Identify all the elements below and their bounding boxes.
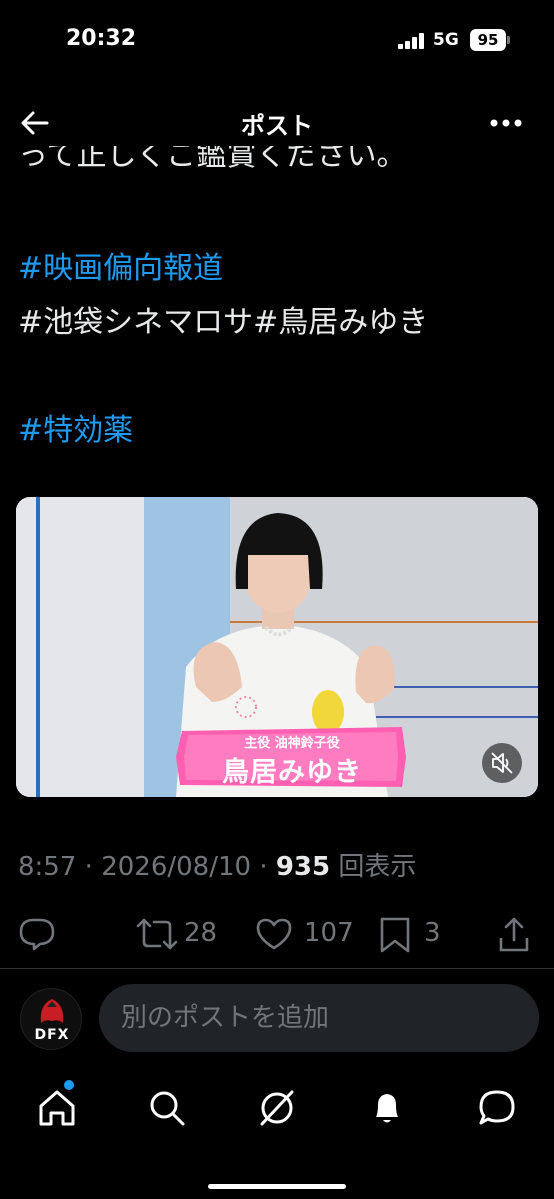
reply-button[interactable]	[18, 914, 58, 954]
bottom-tab-bar	[0, 1075, 554, 1155]
battery-tip	[507, 36, 510, 44]
speaker-muted-icon	[491, 752, 513, 774]
heart-icon	[256, 918, 292, 950]
action-bar: 28 107 3	[0, 914, 554, 954]
post-date: 2026/08/10	[101, 852, 252, 882]
divider	[0, 968, 554, 969]
caption: 主役 油神鈴子役 鳥居みゆき	[174, 724, 410, 790]
status-bar: 20:32 5G 95	[0, 0, 554, 84]
repost-count: 28	[184, 918, 218, 948]
avatar-text: DFX	[34, 1027, 70, 1043]
battery-icon: 95	[470, 29, 506, 51]
search-icon[interactable]	[146, 1087, 188, 1129]
caption-role: 主役 油神鈴子役	[244, 736, 340, 751]
like-count: 107	[304, 918, 354, 948]
view-label[interactable]: 回表示	[338, 852, 416, 882]
status-time: 20:32	[66, 26, 137, 51]
repost-icon	[136, 918, 178, 950]
mute-button[interactable]	[482, 743, 522, 783]
tweet-text: #映画偏向報道 #池袋シネマロサ#鳥居みゆき #特効薬	[18, 242, 538, 458]
more-options-icon[interactable]	[486, 108, 526, 138]
tweet-text-partial: って正しくご鑑賞ください。	[18, 146, 407, 173]
top-nav: ポスト	[0, 92, 554, 152]
messages-icon[interactable]	[476, 1087, 518, 1129]
share-icon	[499, 917, 529, 952]
home-icon[interactable]	[36, 1087, 78, 1129]
signal-icon	[398, 33, 426, 49]
like-button[interactable]: 107	[254, 914, 354, 954]
bookmark-button[interactable]: 3	[378, 914, 448, 954]
caption-name: 鳥居みゆき	[222, 757, 362, 788]
network-type: 5G	[433, 30, 459, 50]
bookmark-count: 3	[424, 918, 441, 948]
reply-icon	[19, 918, 55, 951]
view-count: 935	[275, 852, 331, 882]
home-notification-dot	[64, 1080, 74, 1090]
page-title: ポスト	[241, 112, 313, 140]
bookmark-icon	[380, 917, 410, 953]
tweet-text-cut-line: って正しくご鑑賞ください。	[18, 146, 538, 176]
grok-icon[interactable]	[256, 1087, 298, 1129]
hashtag-line[interactable]: #池袋シネマロサ#鳥居みゆき	[18, 296, 538, 350]
hashtag-link[interactable]: #映画偏向報道	[18, 242, 538, 296]
hashtag-link[interactable]: #特効薬	[18, 404, 538, 458]
share-button[interactable]	[497, 914, 531, 954]
avatar[interactable]: DFX	[20, 988, 82, 1050]
repost-button[interactable]: 28	[134, 914, 224, 954]
notifications-bell-icon[interactable]	[366, 1087, 408, 1129]
reply-composer: DFX	[0, 980, 554, 1060]
post-meta: 8:57 · 2026/08/10 · 935 回表示	[18, 852, 417, 882]
reply-input[interactable]	[99, 984, 539, 1052]
post-time: 8:57	[18, 852, 77, 882]
home-indicator	[208, 1184, 346, 1189]
